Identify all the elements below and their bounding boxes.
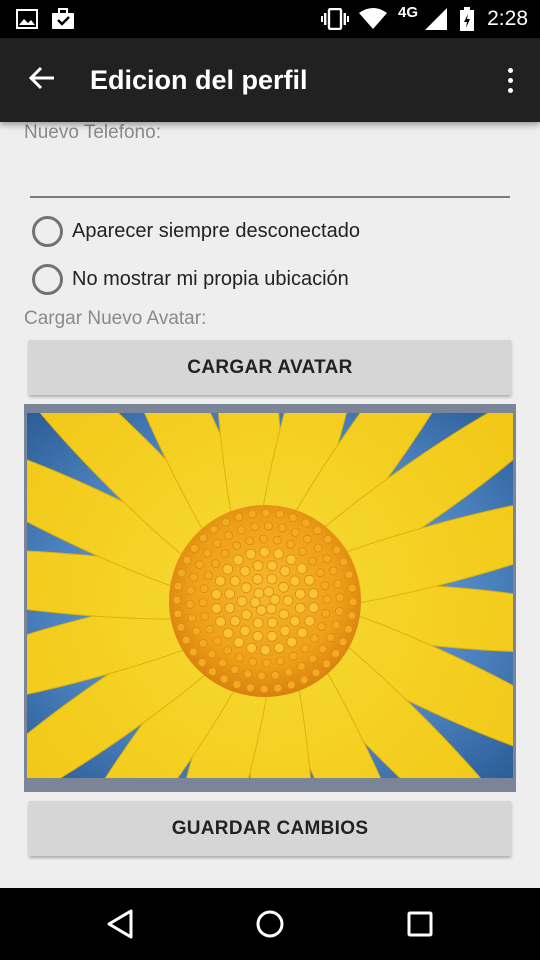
- image-notification-icon: [14, 0, 40, 38]
- phone-label: Nuevo Telefono:: [24, 122, 161, 143]
- battery-icon: [458, 0, 476, 38]
- arrow-back-icon: [28, 66, 55, 95]
- radio-label: No mostrar mi propia ubicación: [72, 267, 349, 290]
- avatar-label: Cargar Nuevo Avatar:: [24, 308, 207, 329]
- radio-button-icon[interactable]: [32, 215, 63, 247]
- status-clock: 2:28: [487, 7, 528, 30]
- back-triangle-icon[interactable]: [90, 896, 150, 952]
- radio-label: Aparecer siempre desconectado: [72, 219, 360, 242]
- phone-input[interactable]: [30, 158, 510, 198]
- more-vert-icon[interactable]: [498, 58, 522, 102]
- app-bar: Edicion del perfil: [0, 38, 540, 122]
- navigation-bar: [0, 888, 540, 960]
- recents-square-icon[interactable]: [390, 896, 450, 952]
- radio-button-icon[interactable]: [32, 263, 63, 295]
- download-notification-icon: [50, 0, 76, 38]
- wifi-icon: [358, 0, 388, 38]
- home-circle-icon[interactable]: [240, 896, 300, 952]
- radio-always-offline[interactable]: Aparecer siempre desconectado: [32, 211, 360, 251]
- radio-hide-location[interactable]: No mostrar mi propia ubicación: [32, 259, 349, 299]
- avatar-preview: [24, 404, 516, 792]
- vibrate-icon: [320, 0, 350, 38]
- status-bar: 4G 2:28: [0, 0, 540, 38]
- back-button[interactable]: [20, 58, 64, 102]
- upload-avatar-button[interactable]: CARGAR AVATAR: [29, 340, 511, 395]
- save-changes-button[interactable]: GUARDAR CAMBIOS: [29, 801, 511, 856]
- profile-form: Nuevo Telefono: Aparecer siempre descone…: [0, 122, 540, 888]
- network-type-label: 4G: [397, 4, 418, 21]
- page-title: Edicion del perfil: [90, 65, 308, 95]
- signal-icon: [424, 0, 448, 38]
- yellow-flower-photo: [27, 413, 513, 778]
